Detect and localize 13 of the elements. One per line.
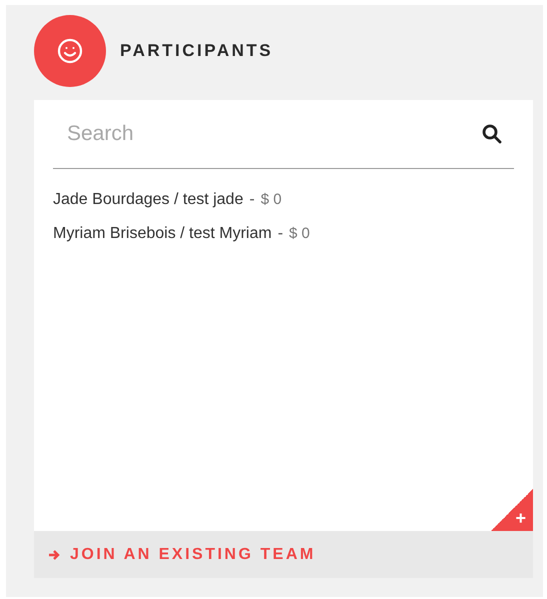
join-team-link[interactable]: JOIN AN EXISTING TEAM	[70, 546, 316, 564]
arrow-icon	[48, 548, 60, 560]
panel-title: PARTICIPANTS	[120, 41, 274, 61]
separator: -	[278, 225, 284, 243]
participant-amount: $ 0	[289, 225, 310, 242]
separator: -	[249, 191, 255, 209]
search-field[interactable]: Search	[53, 100, 514, 169]
search-icon[interactable]	[482, 124, 502, 144]
participant-amount: $ 0	[260, 191, 282, 208]
smiley-icon	[57, 38, 83, 64]
participant-name: Jade Bourdages / test jade	[53, 191, 244, 209]
add-button[interactable]: +	[491, 489, 533, 531]
participant-name: Myriam Brisebois / test Myriam	[53, 225, 272, 243]
